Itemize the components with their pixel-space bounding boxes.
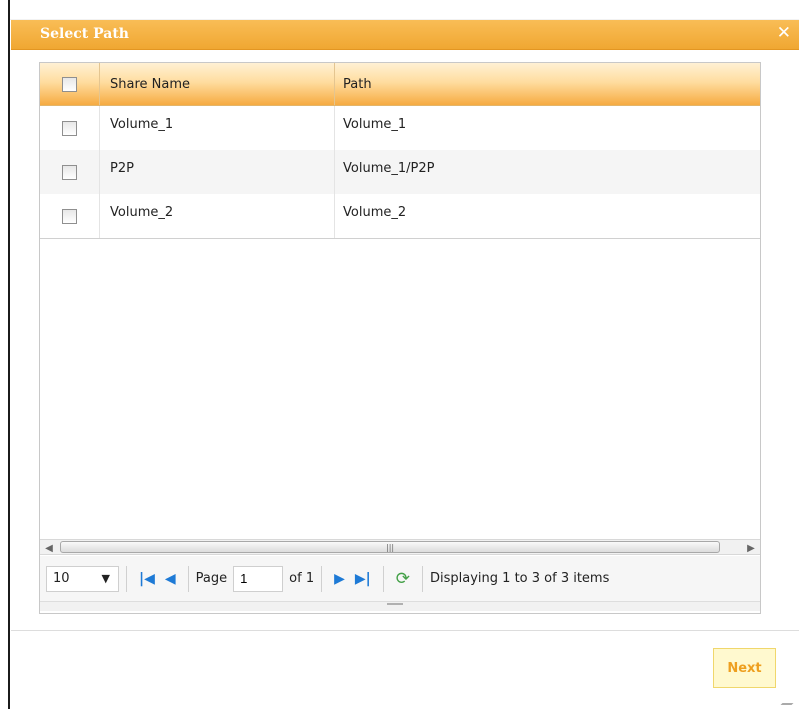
scrollbar-thumb[interactable]: ||| xyxy=(60,541,720,553)
next-button[interactable]: Next xyxy=(713,648,776,688)
first-page-icon[interactable]: |◀ xyxy=(139,571,155,587)
share-name-cell: P2P xyxy=(100,150,335,194)
toolbar-divider xyxy=(382,565,384,592)
previous-page-icon[interactable]: ◀ xyxy=(165,571,176,587)
share-name-cell: Volume_1 xyxy=(100,106,335,150)
grid-empty-area xyxy=(40,239,760,512)
select-all-checkbox[interactable] xyxy=(62,76,77,92)
row-checkbox-cell xyxy=(40,106,100,150)
last-page-icon[interactable]: ▶| xyxy=(355,571,371,587)
grid-header: Share Name Path xyxy=(40,63,760,106)
toolbar-divider xyxy=(422,565,424,592)
row-checkbox-cell xyxy=(40,194,100,238)
row-checkbox[interactable] xyxy=(62,208,77,224)
next-page-icon[interactable]: ▶ xyxy=(334,571,345,587)
pagination-toolbar: 10 ▼ |◀ ◀ Page of 1 ▶ ▶| ⟳ Displaying 1 … xyxy=(40,556,760,601)
grid-resize-grip[interactable] xyxy=(40,601,760,611)
path-cell: Volume_1 xyxy=(343,117,407,132)
share-grid: Share Name Path Volume_1 Volume_1 P2P Vo… xyxy=(39,62,761,614)
path-cell: Volume_1/P2P xyxy=(343,161,435,176)
path-cell: Volume_2 xyxy=(343,205,407,220)
window-left-edge xyxy=(0,0,10,709)
row-checkbox[interactable] xyxy=(62,120,77,136)
thumb-grip-icon: ||| xyxy=(386,543,395,552)
select-path-dialog: Select Path ✕ Share Name Path Volume_1 V… xyxy=(11,20,799,709)
page-number-input[interactable] xyxy=(233,565,284,592)
select-all-cell xyxy=(40,63,100,105)
page-size-select[interactable]: 10 ▼ xyxy=(46,565,119,592)
row-checkbox[interactable] xyxy=(62,164,77,180)
display-status: Displaying 1 to 3 of 3 items xyxy=(430,571,610,586)
dialog-titlebar: Select Path ✕ xyxy=(11,20,799,50)
scroll-left-icon[interactable]: ◀ xyxy=(40,540,58,556)
toolbar-divider xyxy=(187,565,189,592)
column-path[interactable]: Path xyxy=(335,63,760,105)
chevron-down-icon[interactable]: ▼ xyxy=(102,572,110,585)
window-top-edge xyxy=(10,0,799,20)
page-label: Page xyxy=(195,571,228,586)
toolbar-divider xyxy=(321,565,323,592)
horizontal-scrollbar[interactable]: ◀ ||| ▶ xyxy=(40,539,760,555)
row-checkbox-cell xyxy=(40,150,100,194)
toolbar-divider xyxy=(126,565,127,592)
column-share-name[interactable]: Share Name xyxy=(100,63,335,105)
refresh-icon[interactable]: ⟳ xyxy=(396,569,410,589)
close-icon[interactable]: ✕ xyxy=(777,23,791,43)
resize-grip-icon xyxy=(387,603,403,605)
page-total-label: of 1 xyxy=(289,571,315,586)
dialog-footer-divider xyxy=(11,630,799,631)
resize-corner-icon[interactable] xyxy=(780,694,799,705)
share-name-cell: Volume_2 xyxy=(100,194,335,238)
scroll-right-icon[interactable]: ▶ xyxy=(742,540,760,556)
page-size-value: 10 xyxy=(53,571,70,586)
table-row[interactable]: Volume_2 Volume_2 xyxy=(40,194,760,238)
dialog-title: Select Path xyxy=(40,26,129,42)
grid-rows: Volume_1 Volume_1 P2P Volume_1/P2P Volum… xyxy=(40,106,760,239)
table-row[interactable]: P2P Volume_1/P2P xyxy=(40,150,760,194)
table-row[interactable]: Volume_1 Volume_1 xyxy=(40,106,760,150)
